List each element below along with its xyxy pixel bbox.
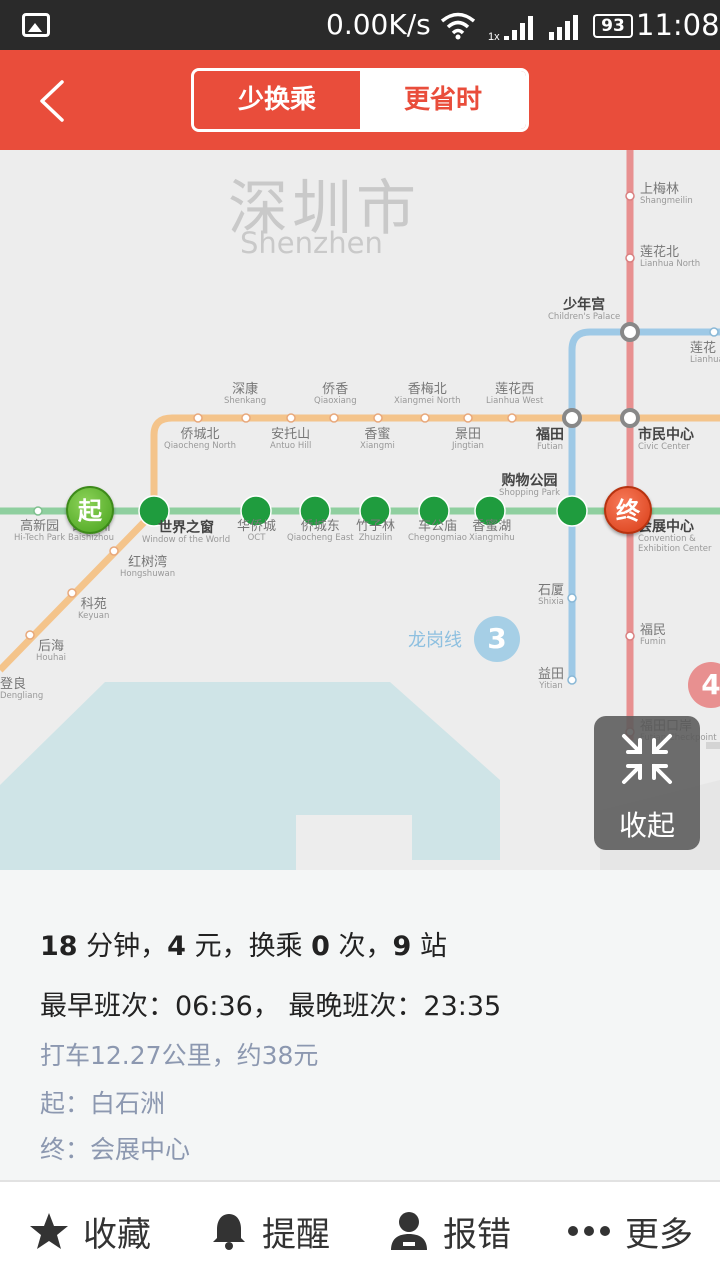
clock: 11:08 [636,8,720,42]
wifi-icon [440,12,476,40]
station-houhai[interactable]: 后海 Houhai [36,639,66,664]
destination-station: 终：会展中心 [40,1135,191,1164]
route-summary: 18 分钟，4 元，换乘 0 次，9 站 [40,931,447,962]
station-xiangmihu[interactable]: 香蜜湖 Xiangmihu [469,519,515,544]
water-area [0,682,500,870]
station-qiaoxiang[interactable]: 侨香 Qiaoxiang [314,382,357,407]
more-dots-icon [568,1226,610,1236]
station-futian[interactable]: 福田 Futian [536,427,564,453]
station-hi-tech-park[interactable]: 高新园 Hi-Tech Park [14,519,65,544]
schedule-text: 最早班次：06:36， 最晚班次：23:35 [40,991,502,1022]
station-civic-center[interactable]: 市民中心 Civic Center [638,427,694,453]
line-name-label: 龙岗线 [408,630,462,651]
battery-indicator: 93 [593,14,633,38]
favorite-label: 收藏 [83,1214,151,1255]
collapse-arrows-icon [622,734,672,784]
station-shopping-park[interactable]: 购物公园 Shopping Park [499,473,560,499]
network-speed: 0.00K/s [326,8,431,41]
collapse-label: 收起 [618,809,675,842]
station-window-of-the-world[interactable]: 世界之窗 Window of the World [142,520,230,546]
station-shangmeilin[interactable]: 上梅林 Shangmeilin [640,182,693,207]
app-header: 少换乘 更省时 [0,50,720,150]
bottom-action-bar: 收藏 提醒 报错 更多 [0,1180,720,1280]
station-lianhua[interactable]: 莲花Lianhua [690,341,720,366]
tab-fewer-transfers[interactable]: 少换乘 [194,71,360,129]
station-lianhuaxi[interactable]: 莲花西 Lianhua West [486,382,543,407]
more-label: 更多 [625,1214,693,1255]
origin-station: 起：白石洲 [40,1089,166,1118]
station-yitian[interactable]: 益田 Yitian [538,667,564,692]
station-antuoshan[interactable]: 安托山 Antuo Hill [270,427,311,452]
station-jingtian[interactable]: 景田 Jingtian [452,427,484,452]
station-dengliang[interactable]: 登良 Dengliang [0,677,43,702]
station-oct[interactable]: 华侨城 OCT [237,519,276,544]
station-qiaochengdong[interactable]: 侨城东 Qiaocheng East [287,519,354,544]
station-fumin[interactable]: 福民 Fumin [640,623,666,648]
back-arrow-icon[interactable] [30,74,80,128]
station-xiangmi[interactable]: 香蜜 Xiangmi [360,427,395,452]
favorite-button[interactable]: 收藏 [0,1182,180,1280]
station-chegongmiao[interactable]: 车公庙 Chegongmiao [408,519,467,544]
start-pin[interactable]: 起 [66,486,114,534]
remind-button[interactable]: 提醒 [180,1182,360,1280]
station-keyuan[interactable]: 科苑 Keyuan [78,597,109,622]
report-label: 报错 [443,1214,511,1255]
station-shaoniangong[interactable]: 少年宫 Children's Palace [548,297,620,323]
metro-map[interactable]: 深圳市 Shenzhen 上梅林 Shangmeilin 莲花北 Lianhua N… [0,150,720,870]
station-hongshuwan[interactable]: 红树湾 Hongshuwan [120,555,175,580]
tab-faster[interactable]: 更省时 [360,71,526,129]
remind-label: 提醒 [262,1214,330,1255]
station-shenkang[interactable]: 深康 Shenkang [224,382,266,407]
bell-icon [213,1214,245,1250]
status-bar: 0.00K/s 1x 93 11:08 [0,0,720,50]
cell-signal-icon [549,15,578,40]
route-info-panel: 18 分钟，4 元，换乘 0 次，9 站 最早班次：06:36， 最晚班次：23… [0,870,720,1180]
station-zhuzilin[interactable]: 竹子林 Zhuzilin [356,519,395,544]
route-mode-toggle: 少换乘 更省时 [191,68,529,132]
station-qiaochengbei[interactable]: 侨城北 Qiaocheng North [164,427,236,452]
collapse-map-button[interactable]: 收起 [594,716,700,850]
more-button[interactable]: 更多 [540,1182,720,1280]
signal-1x-icon: 1x [488,16,533,42]
station-lianhuabei[interactable]: 莲花北 Lianhua North [640,245,700,270]
taxi-estimate: 打车12.27公里，约38元 [40,1041,319,1070]
station-xiangmeibei[interactable]: 香梅北 Xiangmei North [394,382,461,407]
green-line-stop [33,506,43,516]
line-3-badge: 3 [474,616,520,662]
app-root: 0.00K/s 1x 93 11:08 少换乘 更省时 深圳市 Shenzhen… [0,0,720,1280]
user-report-icon [391,1212,427,1250]
gallery-notification-icon [22,13,50,37]
star-icon [30,1213,68,1249]
station-shixia[interactable]: 石厦 Shixia [538,583,564,608]
station-convention-center[interactable]: 会展中心 Convention & Exhibition Center [638,519,718,554]
city-name-en: Shenzhen [240,226,383,260]
signal-label: 1x [488,31,500,42]
report-error-button[interactable]: 报错 [360,1182,540,1280]
end-pin[interactable]: 终 [604,486,652,534]
